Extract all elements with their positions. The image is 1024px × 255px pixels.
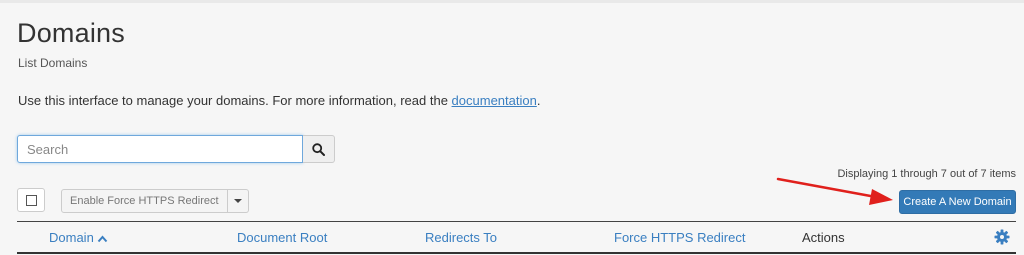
page-subtitle: List Domains [18, 56, 88, 70]
documentation-link[interactable]: documentation [452, 93, 537, 108]
bulk-action-dropdown-toggle[interactable] [227, 189, 249, 213]
enable-force-https-button[interactable]: Enable Force HTTPS Redirect [61, 189, 228, 213]
annotation-arrow-icon [776, 177, 893, 205]
column-header-force-https-redirect[interactable]: Force HTTPS Redirect [614, 230, 745, 245]
search-icon [312, 142, 325, 156]
search-group [17, 135, 335, 163]
page-title: Domains [17, 18, 125, 48]
search-button[interactable] [303, 135, 335, 163]
table-header-top-border [17, 221, 1016, 222]
intro-paragraph: Use this interface to manage your domain… [18, 93, 540, 108]
gear-icon[interactable] [994, 229, 1010, 245]
column-header-domain[interactable]: Domain [49, 230, 108, 245]
column-header-document-root[interactable]: Document Root [237, 230, 327, 245]
intro-suffix: . [536, 93, 541, 108]
top-strip [0, 0, 1024, 3]
column-header-domain-label: Domain [49, 230, 94, 245]
bulk-action-group: Enable Force HTTPS Redirect [61, 189, 249, 213]
table-header-bottom-border [17, 252, 1016, 254]
column-header-redirects-to[interactable]: Redirects To [425, 230, 497, 245]
checkbox-square [25, 194, 37, 206]
column-header-actions: Actions [802, 230, 845, 245]
sort-ascending-icon [97, 235, 108, 242]
search-input[interactable] [17, 135, 303, 163]
caret-down-icon [233, 199, 242, 203]
create-domain-button[interactable]: Create A New Domain [899, 190, 1016, 214]
select-all-checkbox[interactable] [17, 188, 45, 212]
intro-text: Use this interface to manage your domain… [18, 93, 452, 108]
